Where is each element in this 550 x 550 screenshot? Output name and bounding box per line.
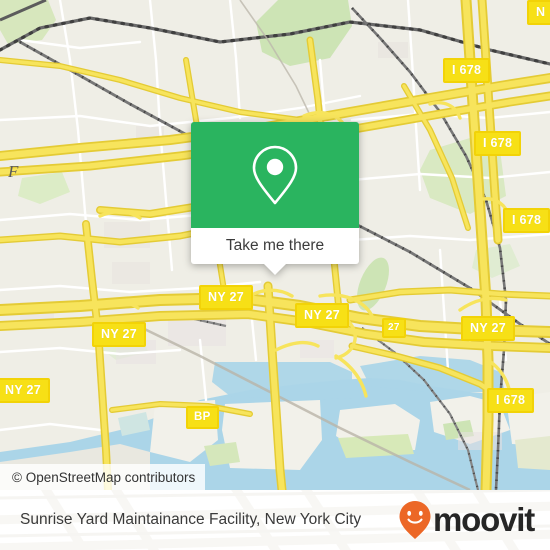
osm-attribution[interactable]: © OpenStreetMap contributors <box>0 464 206 490</box>
moovit-wordmark: moovit <box>433 501 535 538</box>
map-screenshot: F I 678 I 678 I 678 N NY 27 NY 27 NY 27 … <box>0 0 550 550</box>
road-shield-i678-north[interactable]: I 678 <box>443 58 491 83</box>
road-shield-ny27-left-center[interactable]: NY 27 <box>199 285 254 310</box>
location-callout-card[interactable]: Take me there <box>191 122 359 275</box>
road-shield-27-small[interactable]: 27 <box>382 318 406 338</box>
callout-header <box>191 122 359 228</box>
attribution-text: © OpenStreetMap contributors <box>12 469 196 485</box>
map-label-text: F <box>8 162 19 181</box>
map-text-label: F <box>8 162 18 182</box>
map-canvas[interactable]: F I 678 I 678 I 678 N NY 27 NY 27 NY 27 … <box>0 0 550 490</box>
road-shield-ny27-far-left[interactable]: NY 27 <box>0 378 51 403</box>
location-pin-icon <box>252 145 298 205</box>
road-shield-ny27-right[interactable]: NY 27 <box>461 316 516 341</box>
moovit-pin-smiley-icon <box>399 501 431 539</box>
road-shield-bp[interactable]: BP <box>186 406 219 429</box>
road-shield-ny27-lower-left[interactable]: NY 27 <box>92 322 147 347</box>
callout-footer[interactable]: Take me there <box>191 228 359 275</box>
footer-bar: Sunrise Yard Maintainance Facility, New … <box>0 490 550 550</box>
road-shield-partial-top-right[interactable]: N <box>527 0 550 25</box>
road-shield-ny27-center[interactable]: NY 27 <box>295 303 350 328</box>
moovit-logo[interactable]: moovit <box>398 500 535 540</box>
road-shield-i678-lower-right[interactable]: I 678 <box>487 388 535 413</box>
callout-pointer-tail <box>264 264 286 275</box>
road-shield-i678-mid[interactable]: I 678 <box>503 208 550 233</box>
take-me-there-button-label: Take me there <box>225 237 325 254</box>
place-title: Sunrise Yard Maintainance Facility, New … <box>20 511 361 529</box>
road-shield-i678-upper[interactable]: I 678 <box>474 131 522 156</box>
place-title-text: Sunrise Yard Maintainance Facility, New … <box>20 511 362 528</box>
